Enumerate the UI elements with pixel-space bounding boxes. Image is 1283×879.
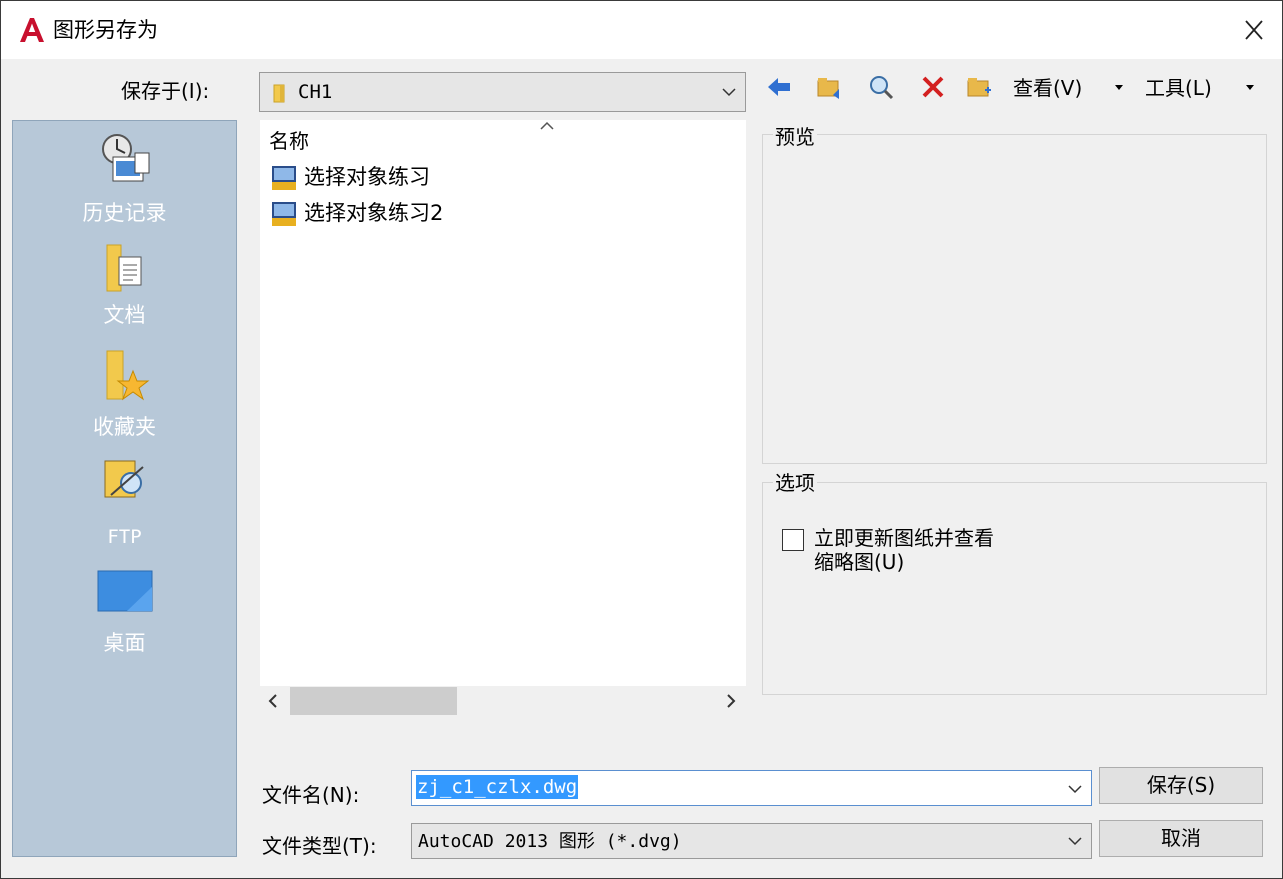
title-bar: 图形另存为 [1,1,1282,59]
folder-icon [273,84,285,103]
update-thumbnail-label[interactable]: 立即更新图纸并查看 缩略图(U) [814,526,994,574]
place-favorites[interactable]: 收藏夹 [13,349,236,449]
place-history[interactable]: 历史记录 [13,131,236,231]
scroll-right-icon[interactable] [724,693,738,709]
chevron-down-icon [1068,837,1082,846]
close-icon[interactable] [1236,13,1272,47]
place-documents-label: 文档 [103,303,146,327]
preview-group [762,134,1267,464]
save-as-dialog: 图形另存为 保存于(I): CH1 查看(V) 工具(L) 历史记录 文档 收藏… [0,0,1283,879]
view-menu-arrow-icon[interactable] [1115,85,1123,90]
filetype-value: AutoCAD 2013 图形 (*.dvg) [418,831,682,852]
sort-ascending-icon[interactable] [538,120,556,132]
place-ftp[interactable]: FTP [13,455,236,555]
options-group [762,482,1267,695]
place-ftp-label: FTP [107,526,142,548]
file-row[interactable]: 选择对象练习 [270,160,570,194]
view-menu[interactable]: 查看(V) [1013,73,1082,103]
filename-input[interactable]: zj_c1_czlx.dwg [411,770,1092,806]
documents-icon [106,244,142,292]
place-documents[interactable]: 文档 [13,243,236,343]
name-column-header[interactable]: 名称 [269,128,309,154]
horizontal-scrollbar[interactable] [260,686,746,716]
filetype-label: 文件类型(T): [262,834,377,858]
tools-menu[interactable]: 工具(L) [1145,73,1212,103]
favorites-icon [106,350,150,401]
save-in-label: 保存于(I): [121,79,210,103]
ftp-icon [104,460,144,498]
save-button[interactable]: 保存(S) [1099,767,1263,804]
filename-value: zj_c1_czlx.dwg [416,775,579,799]
file-name: 选择对象练习 [304,165,430,189]
window-title: 图形另存为 [53,18,158,42]
save-in-combo[interactable]: CH1 [259,72,746,112]
chevron-down-icon [722,88,736,97]
preview-title: 预览 [773,124,817,150]
up-folder-icon[interactable] [815,73,843,101]
scroll-left-icon[interactable] [266,693,280,709]
search-web-icon[interactable] [867,73,895,101]
place-desktop-label: 桌面 [103,631,146,655]
file-name: 选择对象练习2 [304,201,444,225]
update-thumbnail-checkbox[interactable] [782,529,804,551]
filename-label: 文件名(N): [262,783,360,807]
filetype-combo[interactable]: AutoCAD 2013 图形 (*.dvg) [411,823,1092,859]
save-in-value: CH1 [298,81,333,103]
update-thumbnail-text: 立即更新图纸并查看 缩略图(U) [814,526,994,574]
new-folder-icon[interactable] [965,73,993,101]
dwg-file-icon [272,166,296,190]
delete-icon[interactable] [919,73,947,101]
tools-menu-arrow-icon[interactable] [1246,85,1254,90]
places-bar: 历史记录 文档 收藏夹 FTP 桌面 [12,120,237,857]
back-icon[interactable] [765,73,793,101]
file-list[interactable]: 名称 选择对象练习 选择对象练习2 [260,120,746,686]
chevron-down-icon[interactable] [1067,784,1083,794]
history-icon [102,134,150,182]
autocad-logo-icon [20,18,44,42]
desktop-icon [97,570,153,612]
options-title: 选项 [773,470,817,496]
file-row[interactable]: 选择对象练习2 [270,196,570,230]
cancel-button[interactable]: 取消 [1099,820,1263,857]
place-favorites-label: 收藏夹 [93,415,156,439]
dwg-file-icon [272,202,296,226]
scrollbar-thumb[interactable] [290,687,457,715]
place-desktop[interactable]: 桌面 [13,569,236,669]
place-history-label: 历史记录 [82,201,167,225]
